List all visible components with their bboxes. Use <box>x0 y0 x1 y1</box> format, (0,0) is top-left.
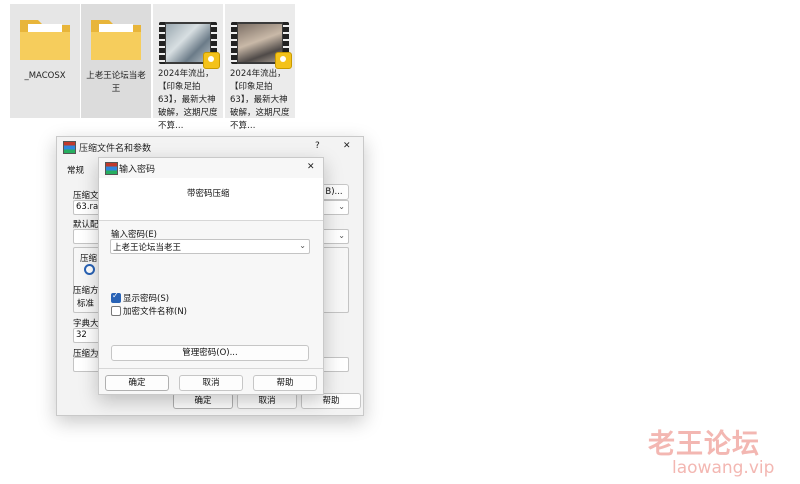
folder-item-macosx[interactable]: _MACOSX <box>10 4 80 118</box>
folder-label: _MACOSX <box>24 71 66 81</box>
folder-icon <box>20 20 70 60</box>
show-password-checkbox[interactable] <box>111 291 121 303</box>
method-value[interactable]: 标准 <box>77 297 94 309</box>
dialog-title: 压缩文件名和参数 <box>79 144 152 154</box>
encrypt-names-label: 加密文件名称(N) <box>123 307 187 317</box>
show-password-label: 显示密码(S) <box>123 294 170 304</box>
dialog-title: 输入密码 <box>119 165 156 175</box>
media-player-icon <box>203 52 220 69</box>
chevron-down-icon: ⌄ <box>338 202 345 211</box>
help-button[interactable]: 帮助 <box>253 375 317 391</box>
password-input[interactable]: 上老王论坛当老王 ⌄ <box>110 239 310 254</box>
help-icon[interactable]: ? <box>315 141 320 151</box>
password-dialog: 输入密码 ✕ 带密码压缩 输入密码(E) 上老王论坛当老王 ⌄ 显示密码(S) … <box>98 157 324 395</box>
divider <box>99 220 323 221</box>
titlebar: 压缩文件名和参数 ? ✕ <box>57 137 363 157</box>
format-label: 压缩 <box>80 254 98 264</box>
format-radio[interactable] <box>84 264 95 275</box>
winrar-icon <box>105 162 118 175</box>
folder-item-laowang[interactable]: 上老王论坛当老王 <box>81 4 151 118</box>
folder-label: 上老王论坛当老王 <box>86 71 146 94</box>
method-label: 压缩方 <box>73 286 99 296</box>
close-icon[interactable]: ✕ <box>343 141 351 151</box>
file-label: 2024年流出，【印象足拍63】，最新大神破解，这期尺度不算… <box>230 69 290 131</box>
organize-passwords-button[interactable]: 管理密码(O)... <box>111 345 309 361</box>
watermark-url: laowang.vip <box>672 458 775 478</box>
titlebar: 输入密码 ✕ <box>99 158 323 178</box>
video-file-item[interactable]: 2024年流出，【印象足拍63】，最新大神破解，这期尺度不算… <box>153 4 223 131</box>
file-label: 2024年流出，【印象足拍63】，最新大神破解，这期尺度不算… <box>158 69 218 131</box>
media-player-icon <box>275 52 292 69</box>
video-file-item[interactable]: 2024年流出，【印象足拍63】，最新大神破解，这期尺度不算… <box>225 4 295 131</box>
header-area: 带密码压缩 <box>99 178 323 220</box>
dict-value: 32 <box>76 330 87 340</box>
ok-button[interactable]: 确定 <box>105 375 169 391</box>
help-button[interactable]: 帮助 <box>301 393 361 409</box>
divider <box>99 368 323 369</box>
password-value: 上老王论坛当老王 <box>113 243 182 253</box>
close-icon[interactable]: ✕ <box>307 162 315 172</box>
cancel-button[interactable]: 取消 <box>179 375 243 391</box>
dialog-heading: 带密码压缩 <box>187 189 230 199</box>
cancel-button[interactable]: 取消 <box>237 393 297 409</box>
chevron-down-icon: ⌄ <box>338 231 345 240</box>
folder-icon <box>91 20 141 60</box>
encrypt-names-checkbox[interactable] <box>111 306 121 316</box>
watermark-text: 老王论坛 <box>648 429 760 460</box>
tab-general[interactable]: 常规 <box>67 164 84 176</box>
winrar-icon <box>63 141 76 154</box>
chevron-down-icon: ⌄ <box>299 241 306 250</box>
ok-button[interactable]: 确定 <box>173 393 233 409</box>
